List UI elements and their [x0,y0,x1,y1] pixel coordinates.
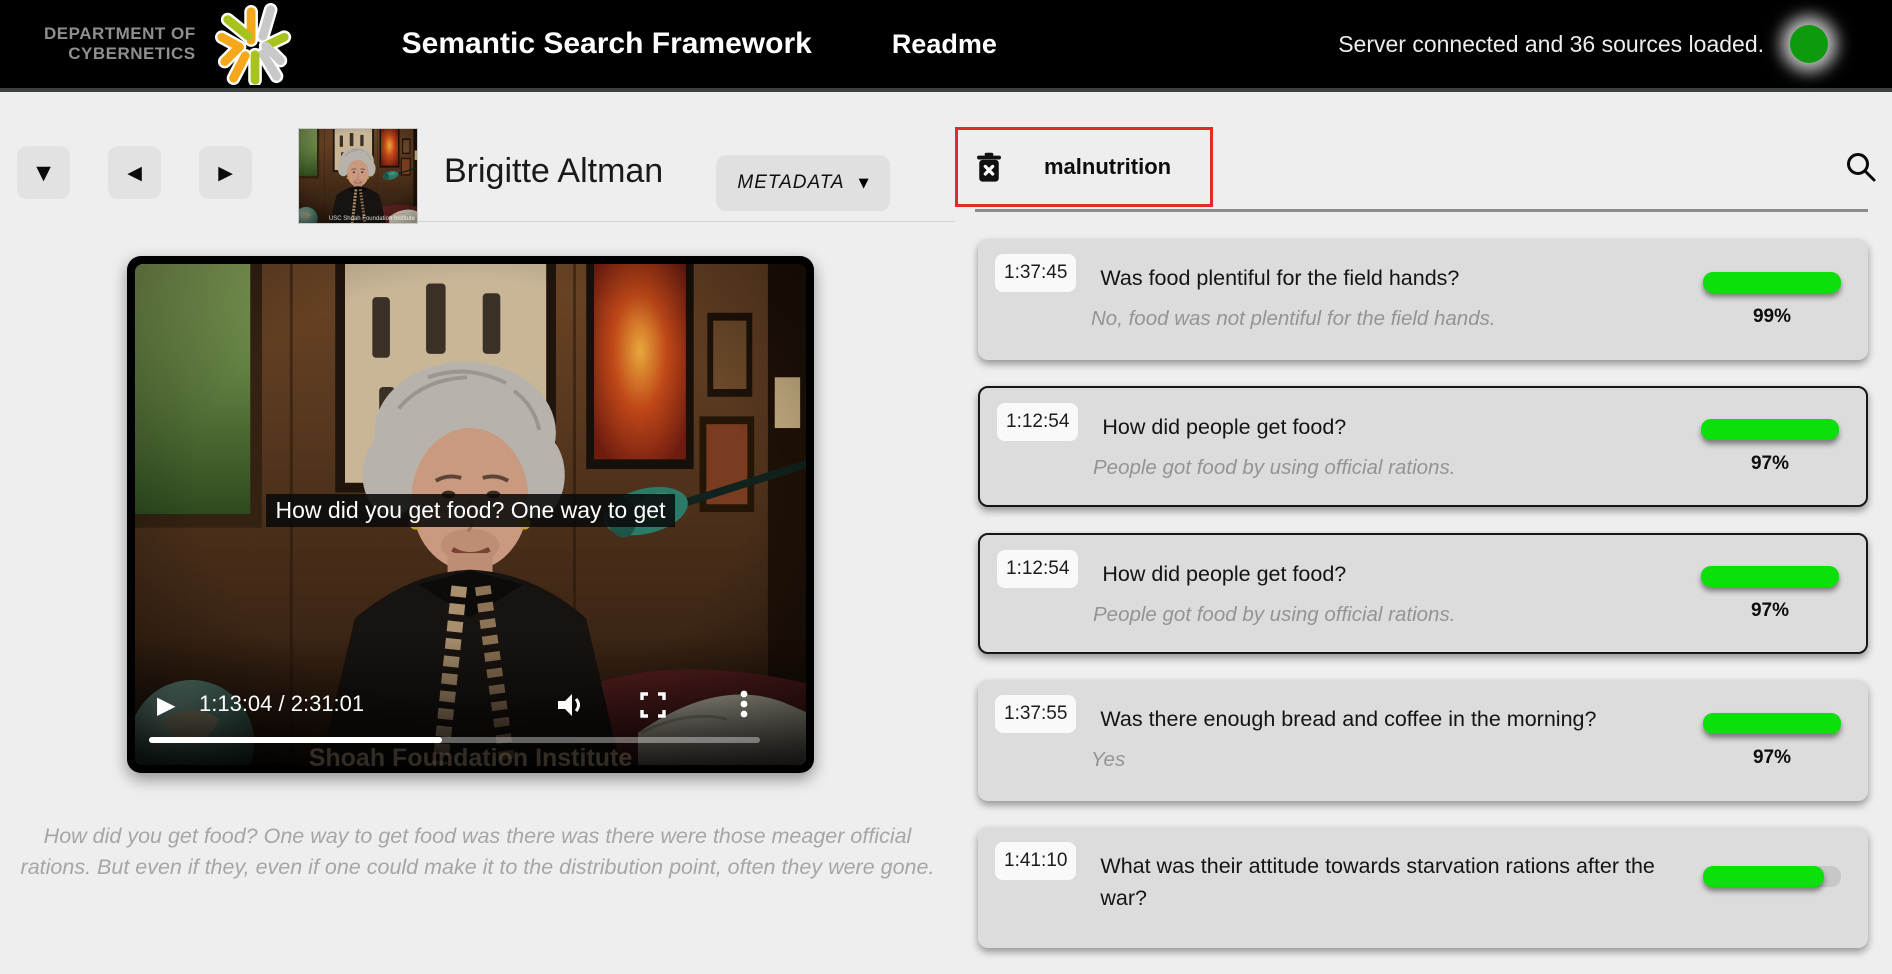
results-list: 1:37:45 Was food plentiful for the field… [955,226,1892,948]
score-bar-track [1701,566,1839,587]
result-question: What was their attitude towards starvati… [1100,842,1660,915]
score-percent: 97% [1751,453,1789,475]
readme-link[interactable]: Readme [892,29,997,60]
score-bar-track [1703,713,1841,734]
result-score: 97% [1702,680,1842,801]
score-bar-fill [1703,713,1841,734]
result-question: How did people get food? [1102,550,1346,590]
score-bar-track [1703,866,1841,887]
search-term-chip[interactable]: malnutrition [955,127,1213,207]
result-question: Was food plentiful for the field hands? [1100,254,1459,294]
score-bar-fill [1703,272,1841,293]
result-answer: No, food was not plentiful for the field… [1091,307,1693,331]
department-line2: CYBERNETICS [44,44,196,64]
result-answer: Yes [1091,748,1693,772]
result-answer: People got food by using official ration… [1093,456,1691,480]
volume-icon[interactable] [556,692,586,721]
overflow-menu-icon[interactable] [740,690,748,721]
search-icon[interactable] [1844,150,1878,187]
speaker-name: Brigitte Altman [444,152,663,191]
result-timestamp[interactable]: 1:41:10 [995,842,1076,880]
previous-button[interactable]: ◀ [108,146,161,199]
department-line1: DEPARTMENT OF [44,24,196,44]
score-bar-fill [1703,866,1824,887]
score-bar-fill [1701,566,1839,587]
fullscreen-icon[interactable] [640,692,666,721]
result-timestamp[interactable]: 1:12:54 [997,550,1078,588]
collapse-button[interactable]: ▼ [17,146,70,199]
page-title: Semantic Search Framework [402,27,812,61]
player-panel: ▼ ◀ ▶ USC Shoah Foundation Institute Bri… [0,92,955,974]
result-score: 99% [1702,239,1842,360]
video-player[interactable]: How did you get food? One way to get Sho… [127,256,814,773]
department-logo-text: DEPARTMENT OF CYBERNETICS [44,24,196,65]
score-percent: 99% [1753,306,1791,328]
result-card[interactable]: 1:37:55 Was there enough bread and coffe… [978,680,1868,801]
result-card[interactable]: 1:12:54 How did people get food? People … [978,386,1868,507]
search-query-text: malnutrition [1044,154,1171,180]
result-question: Was there enough bread and coffee in the… [1100,695,1596,735]
search-results-panel: malnutrition 1:37:45 Was food plentiful … [955,92,1892,974]
result-timestamp[interactable]: 1:12:54 [997,403,1078,441]
result-timestamp[interactable]: 1:37:45 [995,254,1076,292]
chevron-down-icon: ▼ [859,176,869,191]
score-percent: 97% [1753,747,1791,769]
result-score: 97% [1700,535,1840,652]
app-header: DEPARTMENT OF CYBERNETICS Semantic Searc… [0,0,1892,92]
next-button[interactable]: ▶ [199,146,252,199]
transcript-text: How did you get food? One way to get foo… [16,821,939,883]
server-status-text: Server connected and 36 sources loaded. [1338,31,1764,58]
play-button[interactable]: ▶ [157,691,175,719]
score-bar-track [1701,419,1839,440]
delete-query-icon[interactable] [976,152,1002,183]
metadata-label: METADATA [737,172,844,194]
score-percent: 97% [1751,600,1789,622]
search-bar: malnutrition [955,92,1892,226]
player-toolbar: ▼ ◀ ▶ USC Shoah Foundation Institute Bri… [0,92,955,226]
thumbnail-watermark: USC Shoah Foundation Institute [329,216,415,222]
video-time-display: 1:13:04 / 2:31:01 [199,691,364,717]
score-bar-fill [1701,419,1839,440]
result-score: 97% [1700,388,1840,505]
video-caption: How did you get food? One way to get [266,494,676,527]
video-thumbnail[interactable]: USC Shoah Foundation Institute [298,128,418,224]
video-progress-bar[interactable] [149,737,760,743]
result-card[interactable]: 1:12:54 How did people get food? People … [978,533,1868,654]
cybernetics-logo-icon [206,3,306,85]
result-card[interactable]: 1:37:45 Was food plentiful for the field… [978,239,1868,360]
result-question: How did people get food? [1102,403,1346,443]
score-bar-track [1703,272,1841,293]
metadata-dropdown[interactable]: METADATA ▼ [716,155,890,211]
video-progress-fill [149,737,442,743]
server-status-indicator [1790,25,1828,63]
result-timestamp[interactable]: 1:37:55 [995,695,1076,733]
result-answer: People got food by using official ration… [1093,603,1691,627]
